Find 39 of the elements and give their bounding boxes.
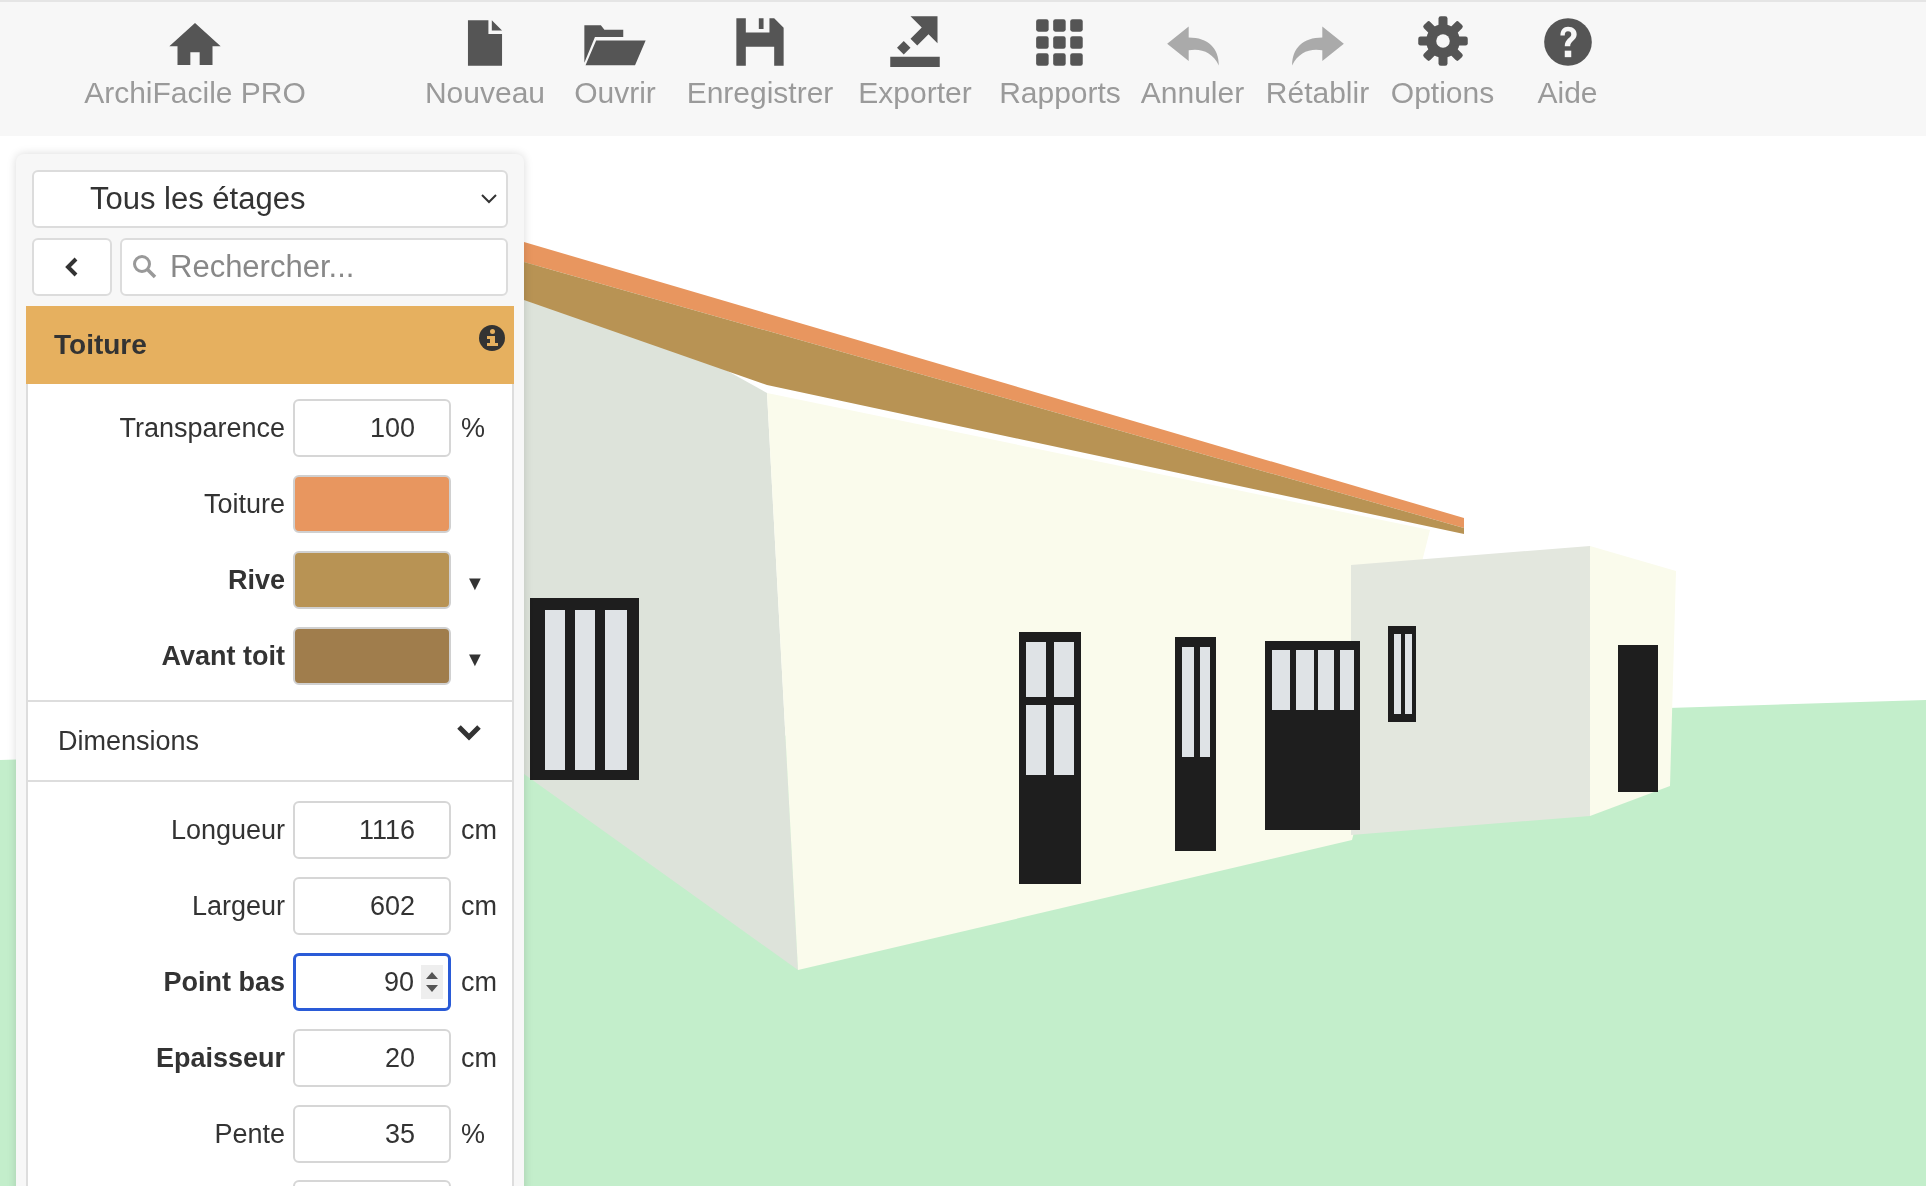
chevron-left-icon [64, 256, 80, 279]
number-input[interactable]: 35 [293, 1105, 451, 1163]
field-label: Avant toit [160, 639, 286, 673]
export-icon [888, 14, 942, 68]
search-field[interactable]: Rechercher... [120, 238, 508, 296]
unit-label: cm [460, 1041, 497, 1075]
color-swatch[interactable] [293, 475, 451, 533]
color-swatch[interactable] [293, 551, 451, 609]
unit-label: % [460, 411, 485, 445]
unit-label: cm [460, 813, 497, 847]
info-icon[interactable] [478, 324, 506, 352]
section-title: Toiture [54, 328, 147, 362]
floor-dropdown[interactable]: Tous les étages [32, 170, 508, 229]
field-label: Point bas [162, 965, 286, 999]
field-label: Transparence [118, 411, 286, 445]
chevron-down-icon [456, 724, 482, 742]
field-label: Largeur [190, 889, 286, 923]
number-input[interactable]: 90 [293, 953, 451, 1011]
dimensions-toggle[interactable]: Dimensions [28, 700, 512, 782]
number-input[interactable]: 1116 [293, 801, 451, 859]
spinner-arrows-icon[interactable] [421, 965, 443, 999]
field-label: Pente [213, 1117, 286, 1151]
number-input[interactable]: 20 [293, 1029, 451, 1087]
dropdown-toggle[interactable]: ▼ [465, 568, 485, 598]
dropdown-toggle[interactable]: ▼ [465, 644, 485, 674]
color-swatch[interactable] [293, 627, 451, 685]
unit-label: % [460, 1117, 485, 1151]
number-input[interactable]: 602 [293, 877, 451, 935]
search-icon [132, 254, 158, 281]
field-label: Toiture [202, 487, 286, 521]
chevron-down-icon [480, 193, 498, 206]
field-label: Longueur [169, 813, 286, 847]
unit-label: cm [460, 965, 497, 999]
field-label: Rive [226, 563, 286, 597]
settings-icon [1415, 14, 1470, 68]
back-button[interactable] [32, 238, 112, 296]
unit-label: cm [460, 889, 497, 923]
number-input[interactable]: 100 [293, 399, 451, 457]
field-label: Epaisseur [154, 1041, 286, 1075]
